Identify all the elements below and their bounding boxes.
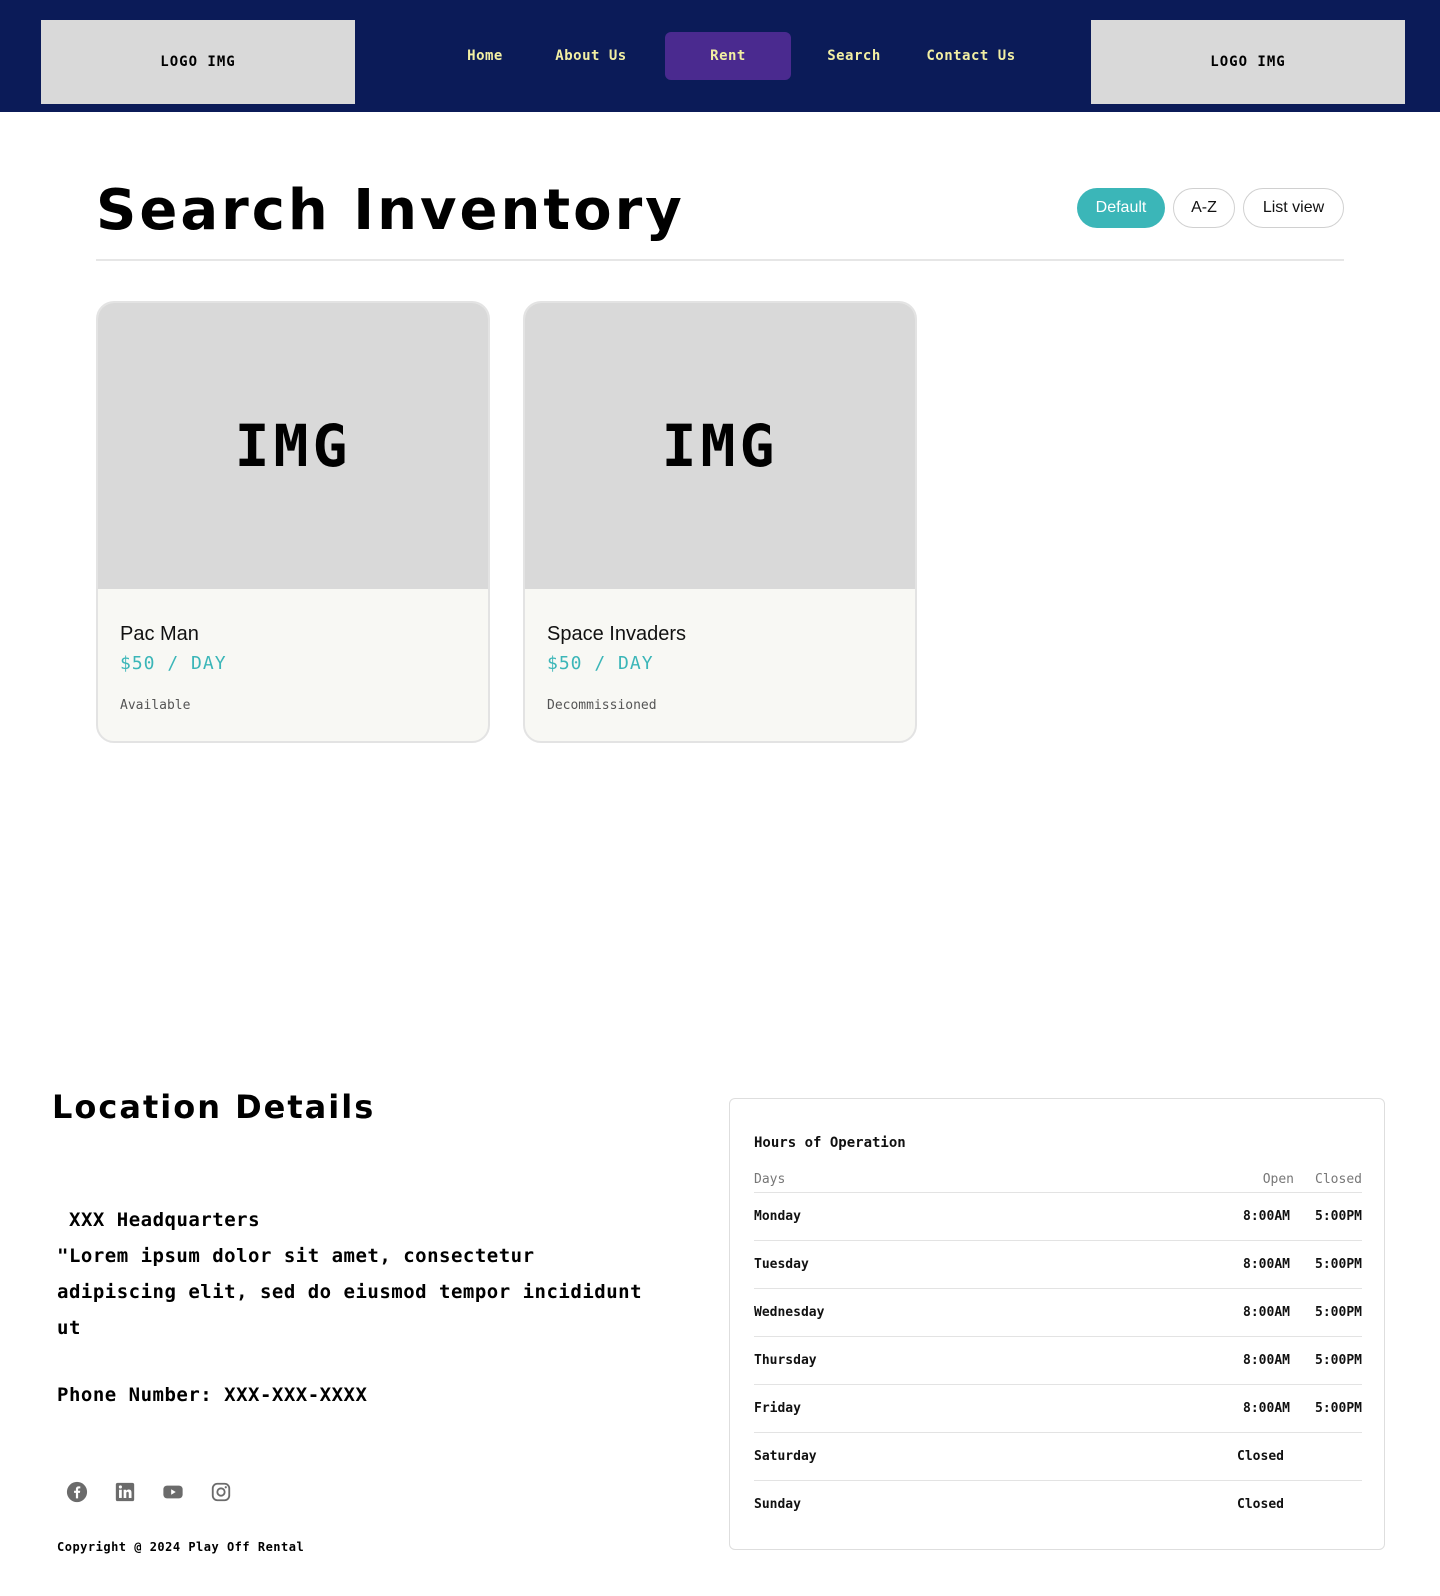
day-label: Saturday [754, 1449, 817, 1464]
close-time: 5:00PM [1315, 1209, 1362, 1224]
day-label: Sunday [754, 1497, 801, 1512]
copyright-text: Copyright @ 2024 Play Off Rental [57, 1540, 305, 1554]
title-divider [96, 259, 1344, 261]
day-label: Wednesday [754, 1305, 825, 1320]
header-open: Open [1262, 1172, 1294, 1187]
view-default-button[interactable]: Default [1077, 188, 1165, 228]
open-time: 8:00AM [1243, 1257, 1290, 1272]
facebook-icon[interactable] [65, 1480, 89, 1504]
hours-row: Friday 8:00AM 5:00PM [754, 1385, 1362, 1433]
page-title: Search Inventory [96, 178, 685, 243]
nav-home[interactable]: Home [450, 32, 520, 80]
close-time: 5:00PM [1315, 1401, 1362, 1416]
hours-row: Saturday Closed [754, 1433, 1362, 1481]
linkedin-icon[interactable] [113, 1480, 137, 1504]
nav-contact-us[interactable]: Contact Us [910, 32, 1032, 80]
hours-row: Thursday 8:00AM 5:00PM [754, 1337, 1362, 1385]
hours-row: Monday 8:00AM 5:00PM [754, 1193, 1362, 1241]
inventory-card[interactable]: IMG Pac Man $50 / DAY Available [96, 301, 490, 743]
site-header: LOGO IMG Home About Us Rent Search Conta… [0, 0, 1440, 112]
open-time: 8:00AM [1243, 1353, 1290, 1368]
day-label: Monday [754, 1209, 801, 1224]
card-image-placeholder: IMG [98, 303, 488, 589]
open-time: 8:00AM [1243, 1209, 1290, 1224]
hours-table: Hours of Operation Days Open Closed Mond… [729, 1098, 1385, 1550]
phone-number: Phone Number: XXX-XXX-XXXX [57, 1384, 368, 1406]
nav-about-us[interactable]: About Us [540, 32, 642, 80]
day-label: Friday [754, 1401, 801, 1416]
headquarters-name: XXX Headquarters [69, 1209, 261, 1231]
view-list-button[interactable]: List view [1243, 188, 1344, 228]
closed-status: Closed [1237, 1497, 1284, 1512]
close-time: 5:00PM [1315, 1257, 1362, 1272]
nav-rent[interactable]: Rent [665, 32, 791, 80]
hours-row: Wednesday 8:00AM 5:00PM [754, 1289, 1362, 1337]
hours-header-row: Days Open Closed [754, 1169, 1362, 1193]
closed-status: Closed [1237, 1449, 1284, 1464]
hours-row: Tuesday 8:00AM 5:00PM [754, 1241, 1362, 1289]
card-title: Space Invaders [547, 623, 686, 645]
card-price: $50 / DAY [547, 653, 654, 674]
close-time: 5:00PM [1315, 1305, 1362, 1320]
hours-row: Sunday Closed [754, 1481, 1362, 1529]
location-title: Location Details [52, 1088, 376, 1126]
card-price: $50 / DAY [120, 653, 227, 674]
view-az-button[interactable]: A-Z [1173, 188, 1235, 228]
location-address: XXX Headquarters "Lorem ipsum dolor sit … [57, 1202, 657, 1346]
logo-right[interactable]: LOGO IMG [1091, 20, 1405, 104]
header-days: Days [754, 1172, 786, 1187]
header-closed: Closed [1315, 1172, 1362, 1187]
close-time: 5:00PM [1315, 1353, 1362, 1368]
hours-title: Hours of Operation [754, 1135, 906, 1151]
location-description: "Lorem ipsum dolor sit amet, consectetur… [57, 1245, 643, 1339]
card-image-placeholder: IMG [525, 303, 915, 589]
inventory-card[interactable]: IMG Space Invaders $50 / DAY Decommissio… [523, 301, 917, 743]
nav-search[interactable]: Search [812, 32, 896, 80]
day-label: Thursday [754, 1353, 817, 1368]
day-label: Tuesday [754, 1257, 809, 1272]
card-status: Available [120, 698, 191, 713]
card-title: Pac Man [120, 623, 199, 645]
instagram-icon[interactable] [209, 1480, 233, 1504]
youtube-icon[interactable] [161, 1480, 185, 1504]
open-time: 8:00AM [1243, 1305, 1290, 1320]
card-status: Decommissioned [547, 698, 657, 713]
open-time: 8:00AM [1243, 1401, 1290, 1416]
